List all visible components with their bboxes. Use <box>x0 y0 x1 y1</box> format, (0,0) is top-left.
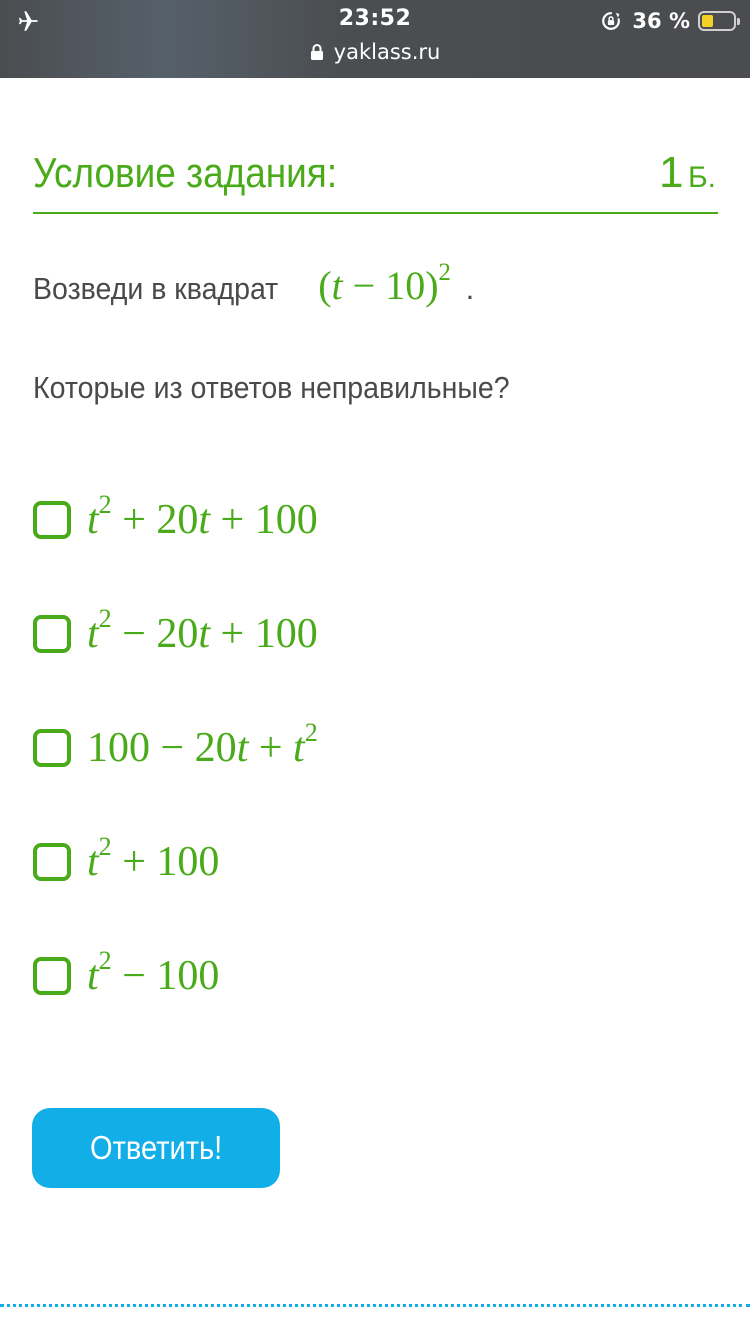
points-value: 1 <box>659 148 684 197</box>
points-unit: Б. <box>687 161 716 194</box>
opt-var: t <box>293 725 305 771</box>
option-expression[interactable]: 100 − 20t + t2 <box>87 718 318 772</box>
answer-option-5[interactable]: t2 − 100 <box>33 946 219 1006</box>
option-expression[interactable]: t2 − 100 <box>87 946 220 1000</box>
option-checkbox[interactable] <box>33 615 71 653</box>
padlock-icon <box>310 44 323 60</box>
opt-var: t <box>87 953 99 999</box>
battery-fill <box>702 15 713 27</box>
opt-term: + 100 <box>111 839 220 885</box>
status-bar: 23:52 36 % yaklass.ru <box>0 0 750 78</box>
opt-var: t <box>198 497 211 543</box>
option-checkbox[interactable] <box>33 843 71 881</box>
question-prompt-text: Возведи в квадрат <box>33 271 279 306</box>
answer-option-4[interactable]: t2 + 100 <box>33 832 219 892</box>
opt-term: + <box>248 725 294 771</box>
opt-power: 2 <box>98 832 112 862</box>
task-header: Условие задания: 1 Б. <box>33 148 718 214</box>
option-checkbox[interactable] <box>33 729 71 767</box>
question-prompt: Возведи в квадрат (t − 10)2 . <box>33 259 475 309</box>
task-points: 1 Б. <box>659 148 716 208</box>
expr-open-paren: ( <box>318 263 332 308</box>
question-instruction-text: Которые из ответов неправильные? <box>33 370 510 405</box>
opt-term: + 100 <box>210 497 318 543</box>
submit-answer-button[interactable]: Ответить! <box>32 1108 280 1188</box>
opt-term: 100 − 20 <box>87 725 237 771</box>
answer-option-1[interactable]: t2 + 20t + 100 <box>33 490 318 550</box>
opt-var: t <box>87 611 99 657</box>
expr-variable: t <box>331 263 343 308</box>
opt-var: t <box>87 839 99 885</box>
address-bar[interactable]: yaklass.ru <box>0 40 750 64</box>
answer-option-3[interactable]: 100 − 20t + t2 <box>33 718 318 778</box>
opt-term: − 20 <box>111 611 199 657</box>
option-expression[interactable]: t2 + 20t + 100 <box>87 490 318 544</box>
question-dot: . <box>465 271 475 306</box>
opt-var: t <box>236 725 249 771</box>
option-checkbox[interactable] <box>33 957 71 995</box>
url-text: yaklass.ru <box>333 40 441 64</box>
question-expression: (t − 10)2 <box>318 259 451 308</box>
expr-power: 2 <box>438 259 451 287</box>
battery-tip <box>737 18 740 25</box>
submit-button-label: Ответить! <box>89 1129 223 1166</box>
rotation-lock-icon <box>602 12 621 30</box>
opt-term: + 20 <box>111 497 199 543</box>
status-right-cluster: 36 % <box>600 7 740 35</box>
task-title: Условие задания: <box>33 149 338 196</box>
opt-term: − 100 <box>111 953 220 999</box>
answer-option-2[interactable]: t2 − 20t + 100 <box>33 604 318 664</box>
battery-icon <box>698 11 740 31</box>
opt-term: + 100 <box>210 611 318 657</box>
opt-power: 2 <box>98 946 112 976</box>
opt-power: 2 <box>304 718 318 748</box>
opt-power: 2 <box>98 490 112 520</box>
opt-var: t <box>87 497 99 543</box>
opt-var: t <box>198 611 211 657</box>
option-checkbox[interactable] <box>33 501 71 539</box>
option-expression[interactable]: t2 − 20t + 100 <box>87 604 318 658</box>
question-instruction: Которые из ответов неправильные? <box>33 370 551 406</box>
opt-power: 2 <box>98 604 112 634</box>
expr-rest: − 10) <box>342 263 439 308</box>
battery-percent: 36 % <box>632 9 690 33</box>
bottom-divider <box>0 1304 750 1307</box>
option-expression[interactable]: t2 + 100 <box>87 832 220 886</box>
